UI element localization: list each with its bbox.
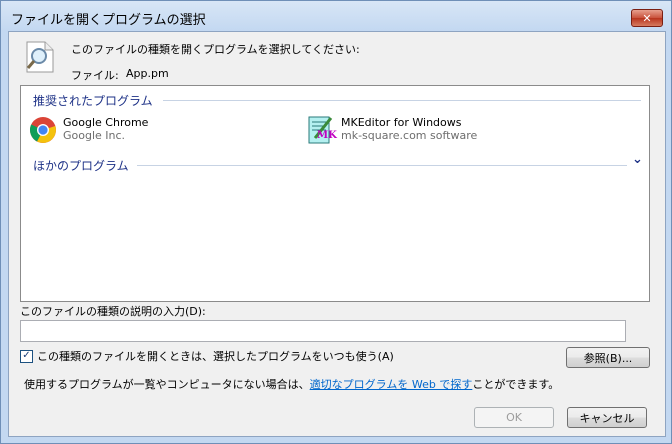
app-publisher: mk-square.com software <box>341 129 478 142</box>
title-bar[interactable]: ファイルを開くプログラムの選択 ✕ <box>1 1 671 31</box>
group-header-other[interactable]: ほかのプログラム <box>33 157 129 174</box>
file-label: ファイル: <box>71 69 119 82</box>
window-title: ファイルを開くプログラムの選択 <box>11 13 206 28</box>
mkeditor-icon: MK <box>307 116 337 144</box>
group-divider <box>163 100 641 101</box>
description-input[interactable] <box>20 320 626 342</box>
open-with-dialog: ファイルを開くプログラムの選択 ✕ このファイルの種類を開くプログラムを選択して… <box>0 0 672 444</box>
always-use-option[interactable]: ✓ この種類のファイルを開くときは、選択したプログラムをいつも使う(A) <box>20 348 394 364</box>
app-name: MKEditor for Windows <box>341 116 462 129</box>
dialog-body: このファイルの種類を開くプログラムを選択してください: ファイル: App.pm… <box>8 31 666 437</box>
app-publisher: Google Inc. <box>63 129 126 142</box>
mkeditor-icon-text: MK <box>317 130 337 141</box>
footer-prefix: 使用するプログラムが一覧やコンピュータにない場合は、 <box>24 378 310 391</box>
footer-suffix: ことができます。 <box>472 378 560 391</box>
group-divider <box>137 165 627 166</box>
always-use-label: この種類のファイルを開くときは、選択したプログラムをいつも使う(A) <box>37 350 394 363</box>
instruction-text: このファイルの種類を開くプログラムを選択してください: <box>71 43 360 56</box>
ok-button[interactable]: OK <box>474 407 554 428</box>
checkmark-icon: ✓ <box>22 350 31 361</box>
list-item-google-chrome[interactable]: Google Chrome Google Inc. <box>29 116 148 144</box>
group-label-recommended: 推奨されたプログラム <box>33 94 153 108</box>
find-on-web-link[interactable]: 適切なプログラムを Web で探す <box>310 376 473 392</box>
file-search-icon <box>23 40 59 74</box>
always-use-checkbox[interactable]: ✓ <box>20 349 33 363</box>
browse-button[interactable]: 参照(B)... <box>566 347 650 368</box>
group-header-recommended[interactable]: 推奨されたプログラム <box>33 92 153 109</box>
chevron-down-icon[interactable]: ⌄ <box>632 152 643 167</box>
app-name: Google Chrome <box>63 116 149 129</box>
close-icon: ✕ <box>642 11 652 25</box>
footer-text: 使用するプログラムが一覧やコンピュータにない場合は、 適切なプログラムを Web… <box>24 376 559 392</box>
program-list[interactable]: 推奨されたプログラム Google Chrome Google Inc. MK … <box>20 85 650 302</box>
group-label-other: ほかのプログラム <box>33 159 129 173</box>
description-label: このファイルの種類の説明の入力(D): <box>20 305 206 318</box>
list-item-mkeditor[interactable]: MK MKEditor for Windows mk-square.com so… <box>307 116 477 144</box>
close-button[interactable]: ✕ <box>631 9 663 27</box>
chrome-icon <box>29 116 57 144</box>
cancel-button[interactable]: キャンセル <box>567 407 647 428</box>
file-name: App.pm <box>126 67 169 80</box>
